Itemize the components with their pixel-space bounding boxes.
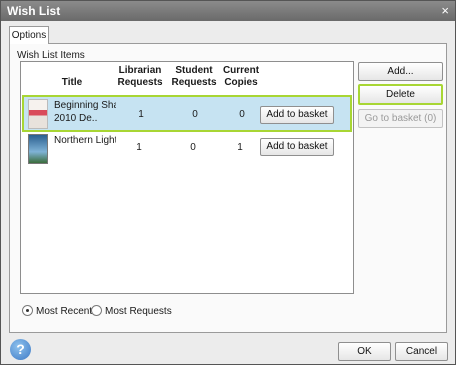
add-to-basket-button[interactable]: Add to basket xyxy=(260,106,334,124)
row-librarian-requests: 1 xyxy=(138,109,144,120)
most-recent-label[interactable]: Most Recent xyxy=(36,306,92,317)
radio-selected-dot xyxy=(26,309,29,312)
add-button[interactable]: Add... xyxy=(358,62,443,81)
add-to-basket-button[interactable]: Add to basket xyxy=(260,138,334,156)
row-title-line1: Beginning Sha xyxy=(54,100,116,111)
book-cover-thumbnail xyxy=(28,99,48,129)
row-current-copies: 1 xyxy=(237,142,243,153)
close-icon[interactable]: × xyxy=(441,3,449,18)
row-student-requests: 0 xyxy=(192,109,198,120)
cancel-button[interactable]: Cancel xyxy=(395,342,448,361)
go-to-basket-button[interactable]: Go to basket (0) xyxy=(358,109,443,128)
tab-options[interactable]: Options xyxy=(9,26,49,44)
help-icon[interactable]: ? xyxy=(10,339,31,360)
wish-list-dialog: Wish List × Options Wish List Items Titl… xyxy=(0,0,456,365)
ok-button[interactable]: OK xyxy=(338,342,391,361)
window-title: Wish List xyxy=(7,4,61,18)
most-recent-radio[interactable] xyxy=(22,305,33,316)
column-header-librarian-requests: Librarian Requests xyxy=(117,65,163,88)
row-student-requests: 0 xyxy=(190,142,196,153)
wish-list-items-label: Wish List Items xyxy=(17,50,85,61)
column-header-student-requests: Student Requests xyxy=(171,65,217,88)
delete-button[interactable]: Delete xyxy=(358,84,443,105)
row-title-line1: Northern Light xyxy=(54,135,116,146)
most-requests-radio[interactable] xyxy=(91,305,102,316)
title-bar: Wish List × xyxy=(1,1,455,21)
book-cover-thumbnail xyxy=(28,134,48,164)
table-row[interactable]: Northern Light 1 0 1 Add to basket xyxy=(22,132,352,169)
column-header-current-copies: Current Copies xyxy=(222,65,260,88)
column-header-title: Title xyxy=(61,77,83,88)
row-librarian-requests: 1 xyxy=(136,142,142,153)
row-title-line2: 2010 De.. xyxy=(54,113,98,124)
most-requests-label[interactable]: Most Requests xyxy=(105,306,172,317)
row-current-copies: 0 xyxy=(239,109,245,120)
table-row[interactable]: Beginning Sha 2010 De.. 1 0 0 Add to bas… xyxy=(22,95,352,132)
